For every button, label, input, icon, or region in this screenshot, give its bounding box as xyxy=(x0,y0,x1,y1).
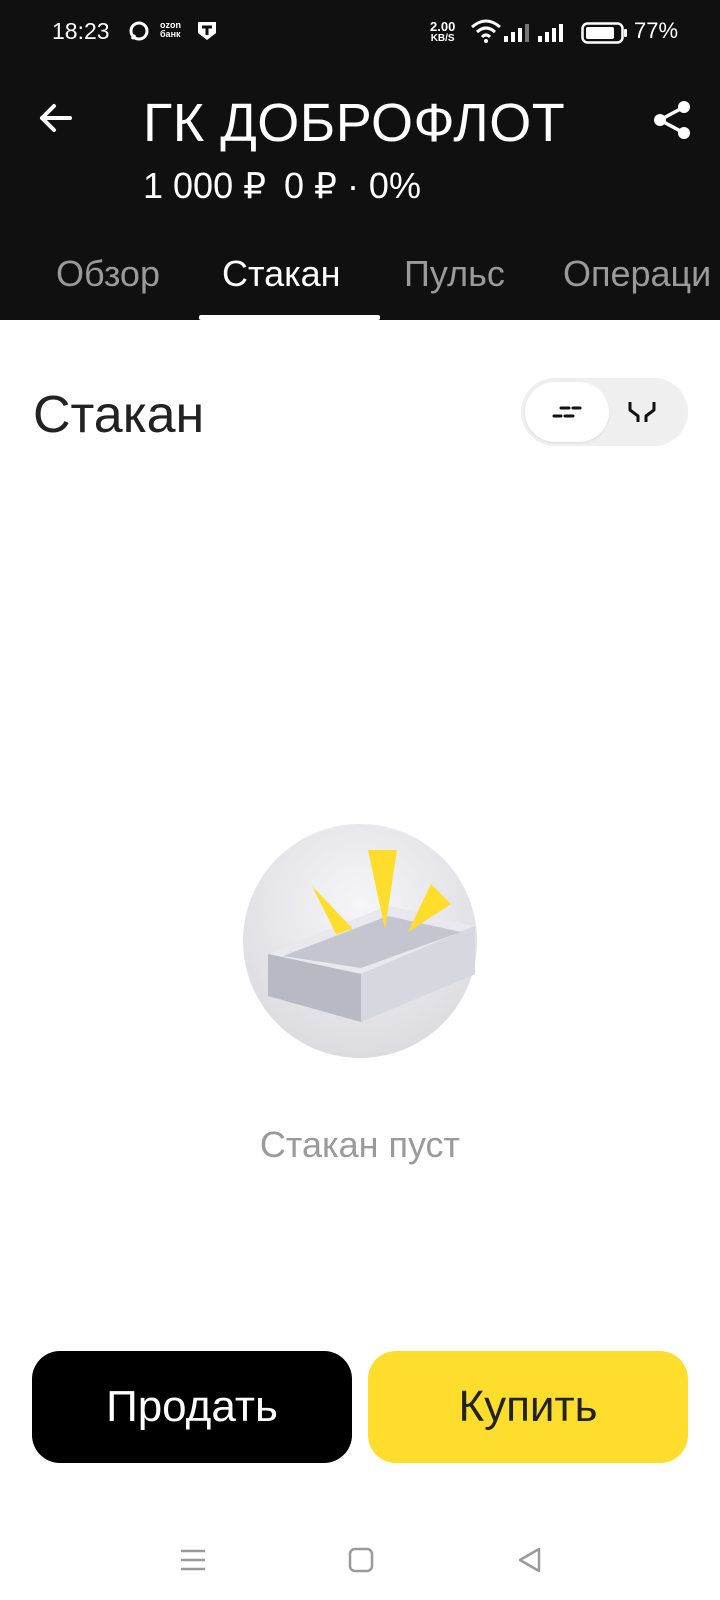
list-view-option[interactable] xyxy=(525,382,609,442)
sell-button[interactable]: Продать xyxy=(32,1351,352,1463)
price-row: 1 000 ₽ 0 ₽ · 0% xyxy=(143,165,421,207)
buy-button[interactable]: Купить xyxy=(368,1351,688,1463)
network-speed: 2.00 KB/S xyxy=(430,20,455,44)
wifi-icon xyxy=(470,18,502,49)
share-icon xyxy=(654,101,690,139)
tab-orderbook[interactable]: Стакан xyxy=(222,253,341,295)
bank-label: банк xyxy=(160,29,181,39)
tbank-icon xyxy=(196,20,218,47)
arrow-left-icon xyxy=(40,104,72,132)
tab-operations[interactable]: Операци xyxy=(563,253,711,295)
active-tab-indicator xyxy=(199,315,380,320)
signal-icon xyxy=(504,22,564,49)
orderbook-title: Стакан xyxy=(33,386,205,444)
orderbook-view-toggle[interactable] xyxy=(521,378,688,446)
list-view-icon xyxy=(552,406,582,418)
depth-chart-icon xyxy=(628,402,656,422)
empty-orderbook-text: Стакан пуст xyxy=(259,1124,461,1165)
home-icon[interactable] xyxy=(343,1542,379,1578)
battery-percent: 77% xyxy=(634,18,679,43)
tab-bar: Обзор Стакан Пульс Операци xyxy=(0,245,720,320)
net-speed-value: 2.00 xyxy=(430,19,456,34)
tab-pulse[interactable]: Пульс xyxy=(404,253,505,295)
price-change: 0 ₽ · 0% xyxy=(284,165,421,206)
back-icon[interactable] xyxy=(512,1542,548,1578)
instrument-price: 1 000 ₽ xyxy=(143,165,266,206)
tab-overview[interactable]: Обзор xyxy=(56,253,160,295)
status-bar: 18:23 ozon банк 2.00 KB/S 77% xyxy=(0,0,720,64)
back-button[interactable] xyxy=(34,96,78,140)
net-speed-unit: KB/S xyxy=(430,33,455,44)
app-header: 18:23 ozon банк 2.00 KB/S 77% ГК ДОБРОФЛ… xyxy=(0,0,720,320)
share-button[interactable] xyxy=(650,98,694,142)
chat-icon xyxy=(128,20,150,47)
empty-tray-icon xyxy=(243,824,477,1058)
ozon-bank-icon: ozon банк xyxy=(160,21,181,39)
instrument-title: ГК ДОБРОФЛОТ xyxy=(143,93,566,153)
system-nav-bar xyxy=(0,1520,720,1600)
empty-orderbook-illustration xyxy=(243,824,477,1058)
status-time: 18:23 xyxy=(52,18,110,44)
depth-chart-option[interactable] xyxy=(600,382,684,442)
battery-icon xyxy=(581,21,629,50)
menu-icon[interactable] xyxy=(175,1542,211,1578)
